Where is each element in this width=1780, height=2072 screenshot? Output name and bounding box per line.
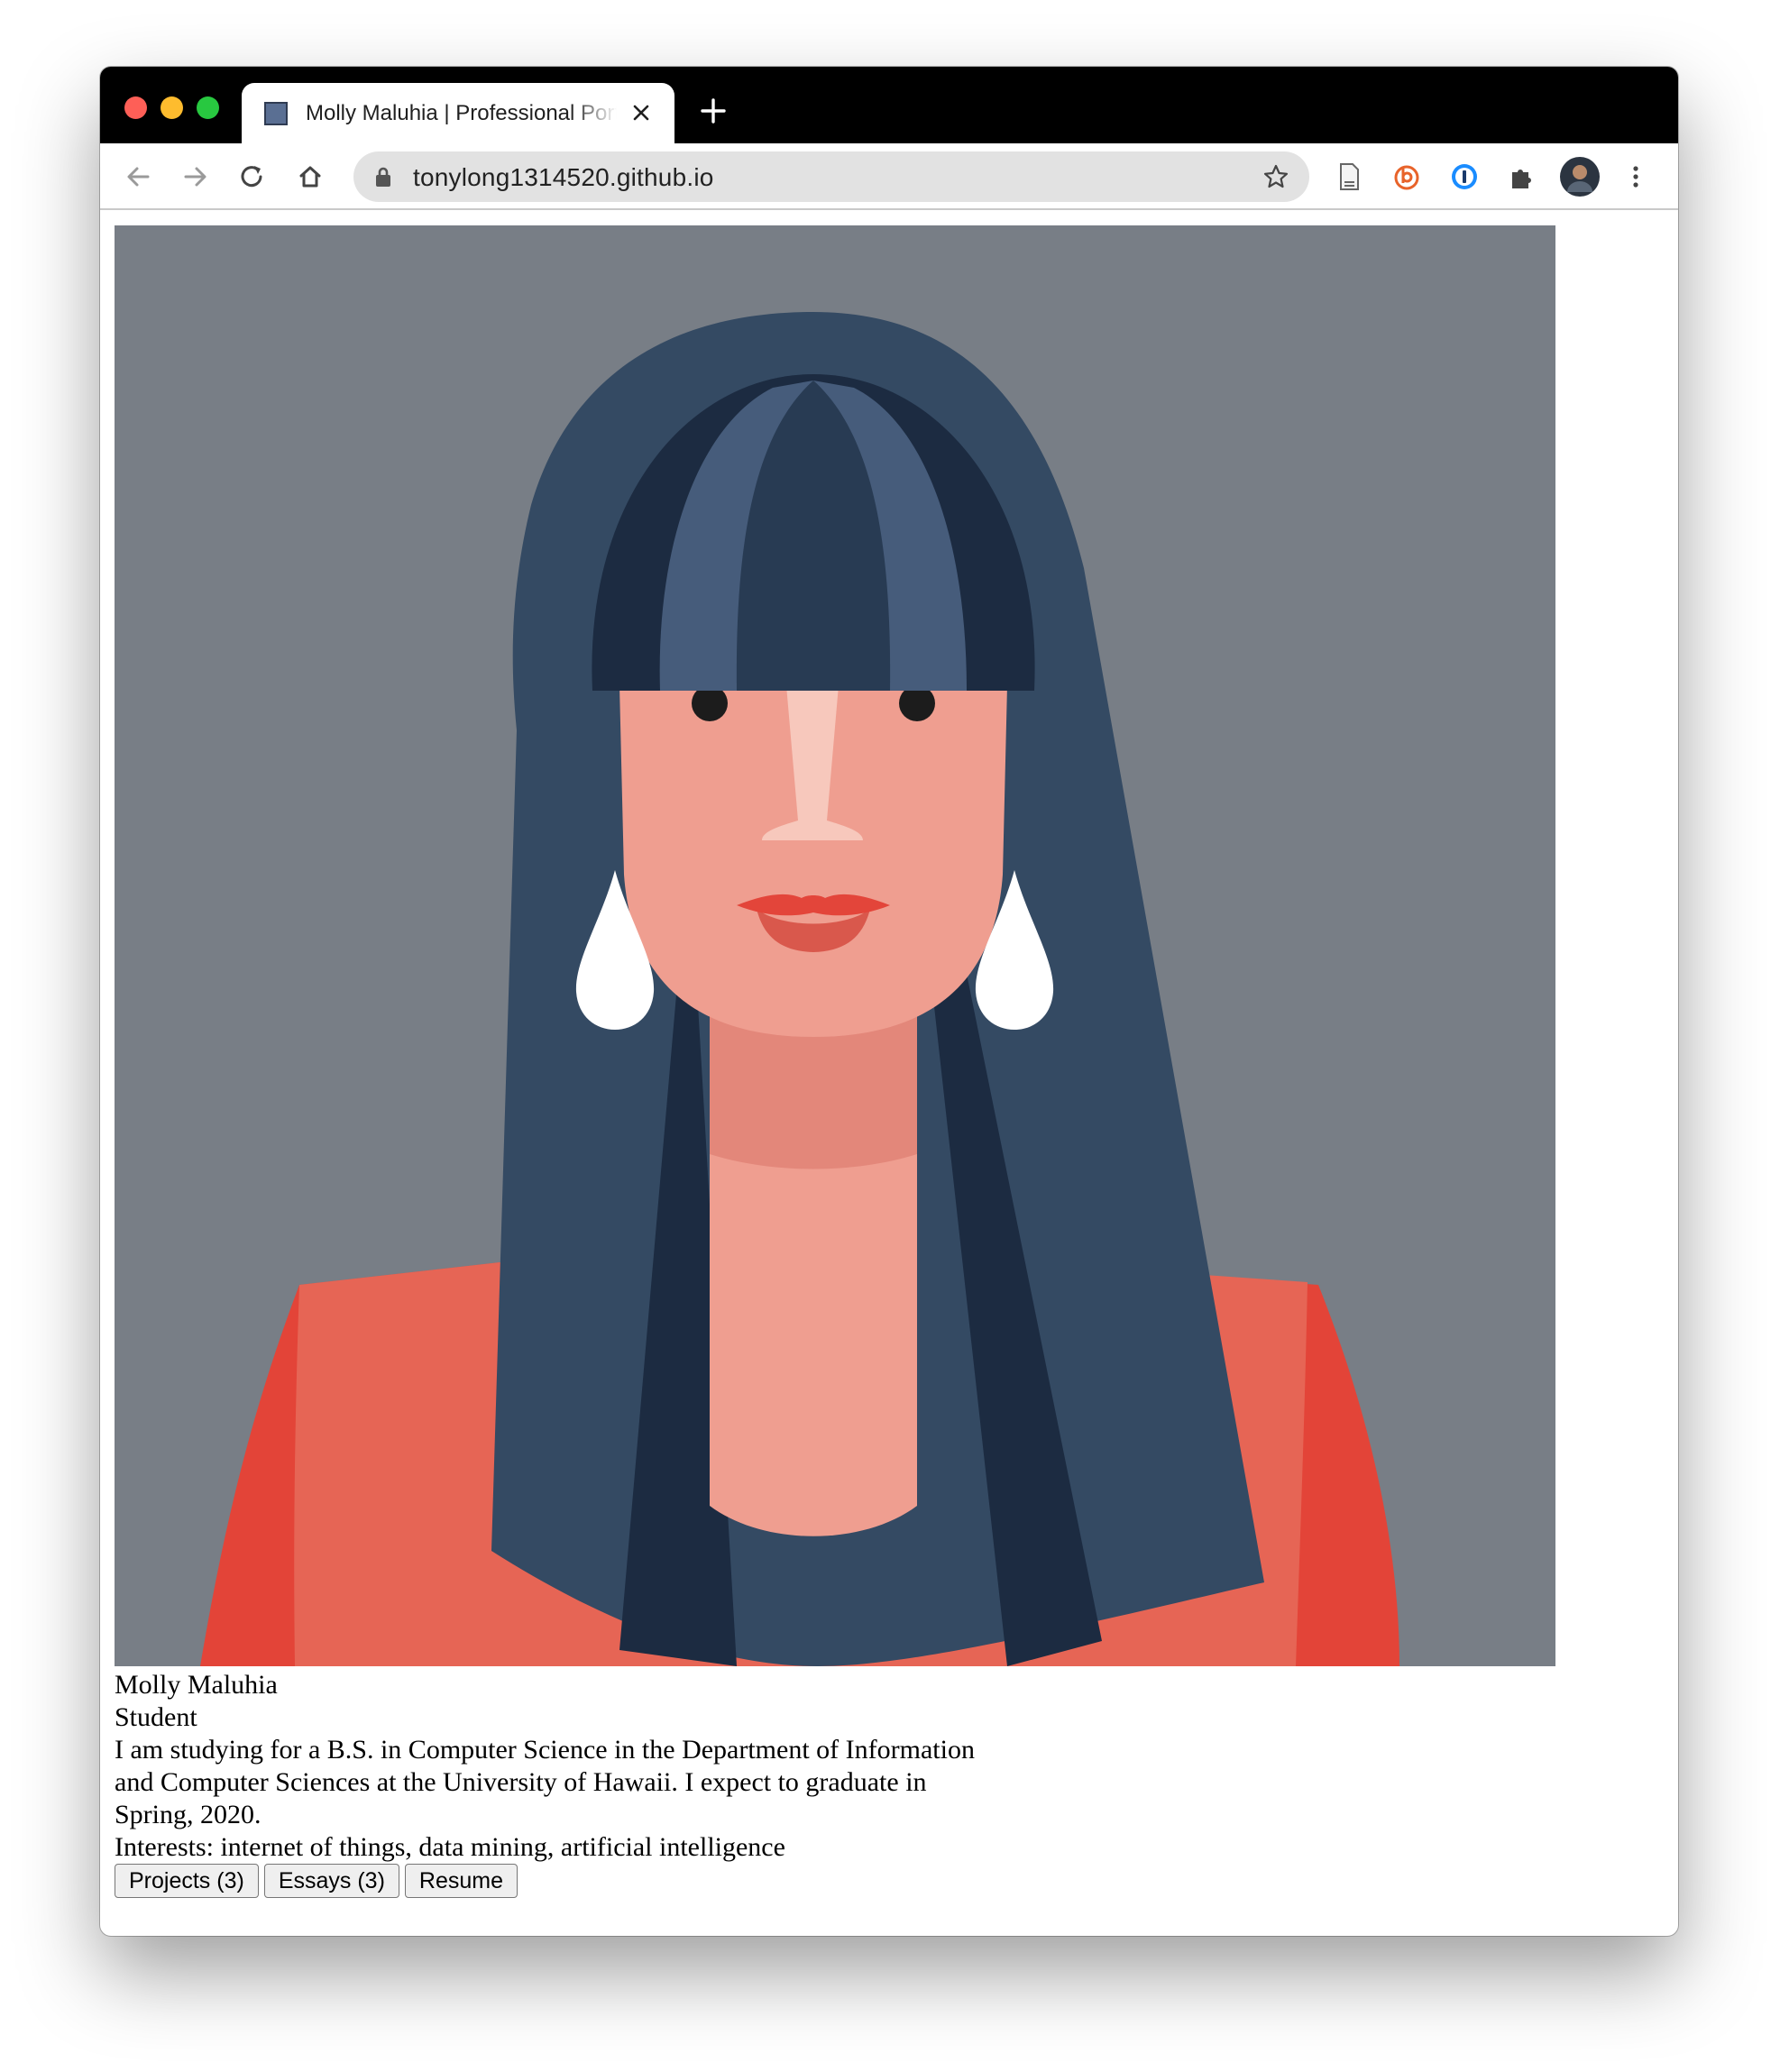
resume-button[interactable]: Resume xyxy=(404,1864,518,1898)
new-tab-icon[interactable] xyxy=(700,97,727,124)
reload-icon[interactable] xyxy=(237,161,268,192)
extension-b-icon[interactable] xyxy=(1391,161,1422,192)
lock-icon xyxy=(376,167,390,187)
password-manager-icon[interactable] xyxy=(1449,161,1480,192)
more-menu-icon[interactable] xyxy=(1620,161,1651,192)
reader-mode-icon[interactable] xyxy=(1334,161,1364,192)
profile-title: Student xyxy=(115,1702,197,1732)
maximize-window-button[interactable] xyxy=(197,96,219,119)
essays-button[interactable]: Essays (3) xyxy=(263,1864,399,1898)
tab-title: Molly Maluhia | Professional Portfolio xyxy=(306,101,617,125)
browser-window: Molly Maluhia | Professional Portfolio xyxy=(100,67,1678,1936)
profile-text: Molly Maluhia Student I am studying for … xyxy=(115,1669,1106,1900)
bookmark-star-icon[interactable] xyxy=(1262,163,1289,190)
address-bar[interactable]: tonylong1314520.github.io xyxy=(353,151,1309,202)
minimize-window-button[interactable] xyxy=(161,96,183,119)
favicon-icon xyxy=(264,102,288,125)
browser-tab[interactable]: Molly Maluhia | Professional Portfolio xyxy=(242,83,674,143)
back-icon[interactable] xyxy=(123,161,153,192)
profile-name: Molly Maluhia xyxy=(115,1670,278,1700)
profile-description: I am studying for a B.S. in Computer Sci… xyxy=(115,1735,975,1829)
home-icon[interactable] xyxy=(295,161,326,192)
tab-bar: Molly Maluhia | Professional Portfolio xyxy=(100,67,1678,143)
close-tab-icon[interactable] xyxy=(631,103,651,123)
profile-interests: Interests: internet of things, data mini… xyxy=(115,1832,785,1862)
projects-button[interactable]: Projects (3) xyxy=(115,1864,259,1898)
url-text: tonylong1314520.github.io xyxy=(413,163,714,191)
profile-portrait-image xyxy=(115,225,1555,1666)
browser-toolbar: tonylong1314520.github.io xyxy=(100,143,1678,210)
profile-buttons: Projects (3) Essays (3) Resume xyxy=(115,1864,1106,1900)
profile-avatar[interactable] xyxy=(1559,156,1601,197)
forward-icon[interactable] xyxy=(180,161,211,192)
extensions-puzzle-icon[interactable] xyxy=(1507,161,1537,192)
close-window-button[interactable] xyxy=(124,96,147,119)
